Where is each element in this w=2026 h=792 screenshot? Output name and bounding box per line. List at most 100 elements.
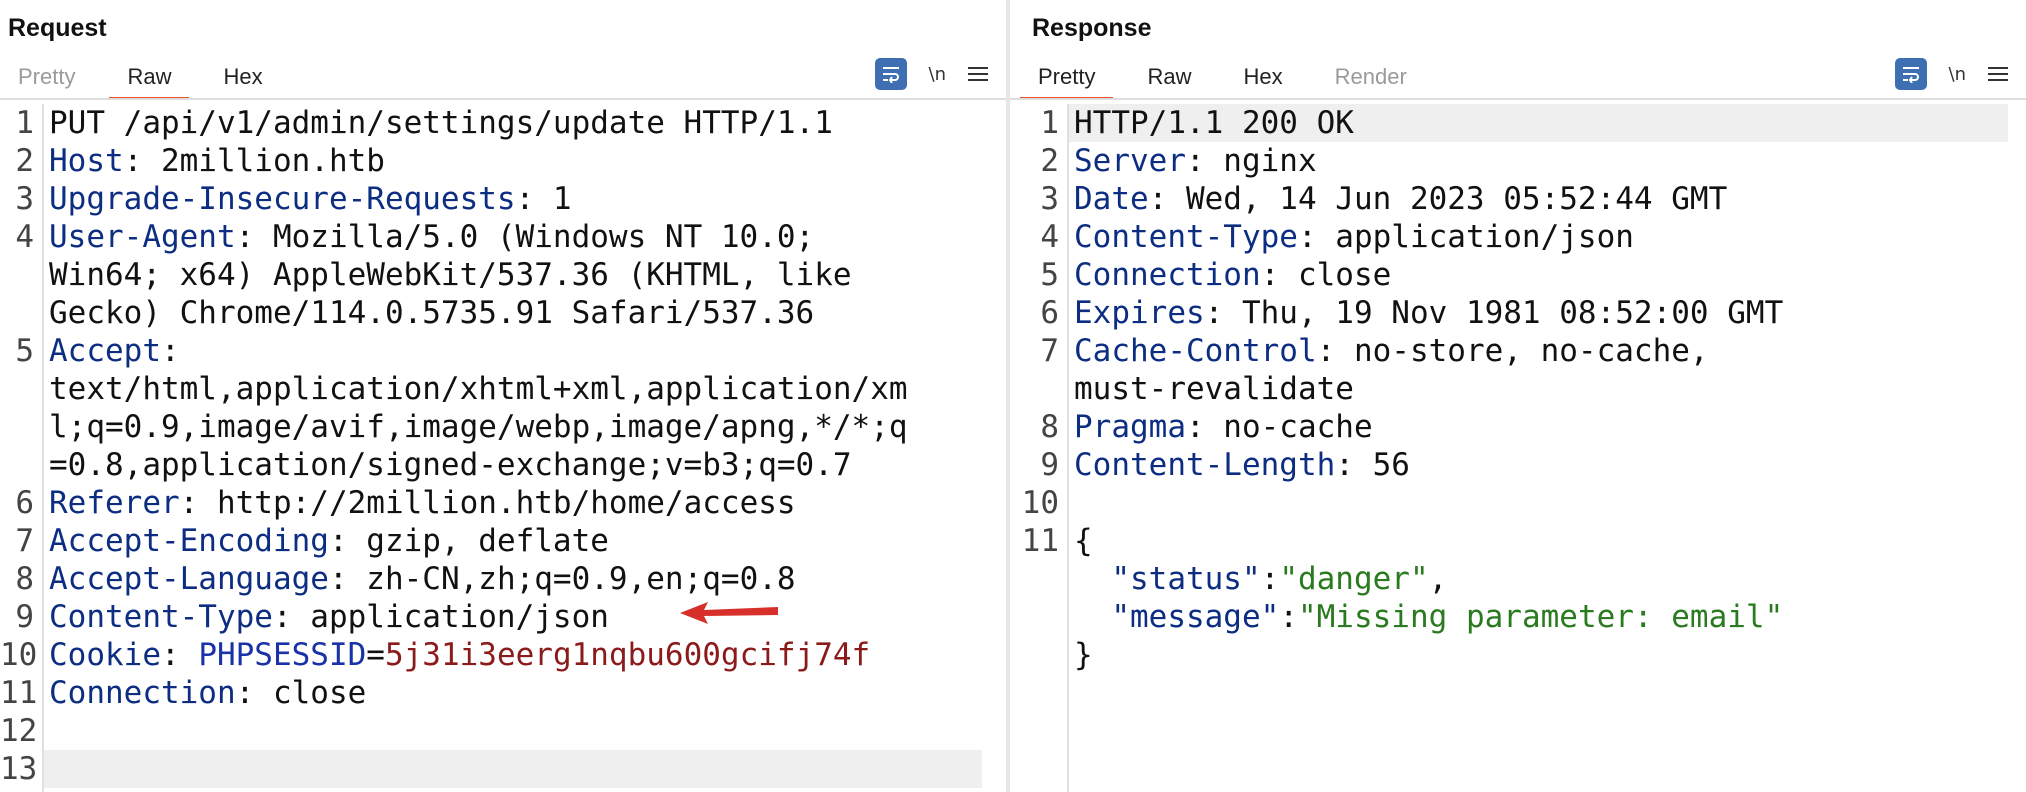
code-token: : 56 [1335, 447, 1410, 483]
code-token: text/html,application/xhtml+xml,applicat… [49, 371, 908, 407]
tab-pretty[interactable]: Pretty [1012, 58, 1121, 100]
code-token: : application/json [1297, 219, 1634, 255]
code-token: Content-Length [1074, 447, 1336, 483]
code-token: : [1279, 599, 1298, 635]
code-line[interactable]: 2 Server: nginx [1010, 142, 2026, 180]
code-token: User-Agent [49, 219, 236, 255]
line-content: Content-Type: application/json [1059, 218, 1634, 256]
code-line[interactable]: "status":"danger", [1010, 560, 2026, 598]
code-line[interactable]: "message":"Missing parameter: email" [1010, 598, 2026, 636]
line-content: Cache-Control: no-store, no-cache, [1059, 332, 1709, 370]
code-line[interactable]: 3 Date: Wed, 14 Jun 2023 05:52:44 GMT [1010, 180, 2026, 218]
code-line[interactable]: 4 Content-Type: application/json [1010, 218, 2026, 256]
newline-toggle-button[interactable]: \n [1949, 64, 1966, 85]
tab-hex[interactable]: Hex [197, 58, 288, 100]
line-content [34, 750, 49, 788]
code-line[interactable]: 13 [0, 750, 1006, 788]
code-line[interactable]: 10 [1010, 484, 2026, 522]
code-token: : application/json [272, 599, 609, 635]
code-line[interactable]: 9 Content-Length: 56 [1010, 446, 2026, 484]
line-number: 5 [1040, 257, 1059, 293]
code-token: =0.8,application/signed-exchange;v=b3;q=… [49, 447, 852, 483]
tab-render[interactable]: Render [1309, 58, 1433, 100]
code-line[interactable]: 5 Connection: close [1010, 256, 2026, 294]
hamburger-menu-icon[interactable] [968, 64, 988, 84]
code-line[interactable]: 7 Accept-Encoding: gzip, deflate [0, 522, 1006, 560]
code-line[interactable]: 4 User-Agent: Mozilla/5.0 (Windows NT 10.… [0, 218, 1006, 256]
line-number: 13 [0, 751, 38, 787]
code-line[interactable]: =0.8,application/signed-exchange;v=b3;q=… [0, 446, 1006, 484]
hamburger-menu-icon[interactable] [1988, 64, 2008, 84]
code-line[interactable]: 8 Accept-Language: zh-CN,zh;q=0.9,en;q=0.… [0, 560, 1006, 598]
code-token: : nginx [1185, 143, 1317, 179]
line-content: User-Agent: Mozilla/5.0 (Windows NT 10.0… [34, 218, 814, 256]
code-token: Referer [49, 485, 180, 521]
line-number: 2 [1040, 143, 1059, 179]
code-token: l;q=0.9,image/avif,image/webp,image/apng… [49, 409, 908, 445]
code-line[interactable]: Gecko) Chrome/114.0.5735.91 Safari/537.3… [0, 294, 1006, 332]
line-content: Connection: close [34, 674, 366, 712]
code-line[interactable]: 1 HTTP/1.1 200 OK [1010, 104, 2026, 142]
tab-hex[interactable]: Hex [1217, 58, 1308, 100]
code-line[interactable]: 11 Connection: close [0, 674, 1006, 712]
code-token: : Thu, 19 Nov 1981 08:52:00 GMT [1204, 295, 1784, 331]
line-number: 10 [0, 637, 38, 673]
code-line[interactable]: Win64; x64) AppleWebKit/537.36 (KHTML, l… [0, 256, 1006, 294]
line-content [34, 712, 49, 750]
code-token: : Wed, 14 Jun 2023 05:52:44 GMT [1148, 181, 1728, 217]
code-token: "status" [1074, 561, 1261, 597]
tab-pretty[interactable]: Pretty [0, 58, 101, 100]
line-number: 4 [1040, 219, 1059, 255]
code-token: : no-cache [1185, 409, 1373, 445]
request-tabs: Pretty Raw Hex [0, 58, 289, 100]
code-line[interactable]: 6 Referer: http://2million.htb/home/acces… [0, 484, 1006, 522]
code-line[interactable]: 7 Cache-Control: no-store, no-cache, [1010, 332, 2026, 370]
word-wrap-icon[interactable] [1894, 58, 1927, 90]
code-line[interactable]: text/html,application/xhtml+xml,applicat… [0, 370, 1006, 408]
code-line[interactable]: 3 Upgrade-Insecure-Requests: 1 [0, 180, 1006, 218]
line-content: } [1059, 636, 1093, 674]
code-line[interactable]: 6 Expires: Thu, 19 Nov 1981 08:52:00 GMT [1010, 294, 2026, 332]
code-token: : [1260, 561, 1280, 597]
code-line[interactable]: } [1010, 636, 2026, 674]
line-content: Win64; x64) AppleWebKit/537.36 (KHTML, l… [34, 256, 852, 294]
code-token: Accept-Language [49, 561, 329, 597]
line-content: Pragma: no-cache [1059, 408, 1373, 446]
line-number: 4 [15, 219, 34, 255]
response-tabs: Pretty Raw Hex Render [1012, 58, 1433, 100]
newline-toggle-button[interactable]: \n [929, 64, 946, 85]
code-token: Cookie [49, 637, 161, 673]
tab-raw[interactable]: Raw [101, 58, 197, 100]
code-line[interactable]: 1 PUT /api/v1/admin/settings/update HTTP/… [0, 104, 1006, 142]
red-arrow-icon [680, 602, 778, 624]
request-editor[interactable]: 1 PUT /api/v1/admin/settings/update HTTP/… [0, 104, 1006, 792]
line-content: Upgrade-Insecure-Requests: 1 [34, 180, 572, 218]
line-content: PUT /api/v1/admin/settings/update HTTP/1… [34, 104, 833, 142]
code-token: must-revalidate [1074, 371, 1354, 407]
code-token: Host [49, 143, 124, 179]
code-token: } [1074, 637, 1093, 673]
code-line[interactable]: 11 { [1010, 522, 2026, 560]
response-panel: Response Pretty Raw Hex Render \n 1 HTTP/… [1010, 0, 2026, 792]
code-token: : [160, 333, 180, 369]
line-content: Referer: http://2million.htb/home/access [34, 484, 796, 522]
line-number [0, 256, 34, 294]
line-number [0, 294, 34, 332]
response-editor[interactable]: 1 HTTP/1.1 200 OK 2 Server: nginx 3 Date: Wed… [1010, 104, 2026, 792]
code-line[interactable]: 9 Content-Type: application/json [0, 598, 1006, 636]
code-token: HTTP/1.1 200 OK [1074, 105, 1354, 141]
line-content: HTTP/1.1 200 OK [1059, 104, 1354, 142]
tabs-divider [1010, 98, 2026, 100]
code-line[interactable]: 10 Cookie: PHPSESSID=5j31i3eerg1nqbu600gc… [0, 636, 1006, 674]
word-wrap-icon[interactable] [874, 58, 907, 90]
line-content: =0.8,application/signed-exchange;v=b3;q=… [34, 446, 852, 484]
code-line[interactable]: 8 Pragma: no-cache [1010, 408, 2026, 446]
tab-raw[interactable]: Raw [1121, 58, 1217, 100]
code-line[interactable]: 12 [0, 712, 1006, 750]
code-line[interactable]: 2 Host: 2million.htb [0, 142, 1006, 180]
code-line[interactable]: l;q=0.9,image/avif,image/webp,image/apng… [0, 408, 1006, 446]
code-line[interactable]: 5 Accept: [0, 332, 1006, 370]
code-token: : http://2million.htb/home/access [179, 485, 796, 521]
code-line[interactable]: must-revalidate [1010, 370, 2026, 408]
line-number: 11 [1021, 523, 1059, 559]
